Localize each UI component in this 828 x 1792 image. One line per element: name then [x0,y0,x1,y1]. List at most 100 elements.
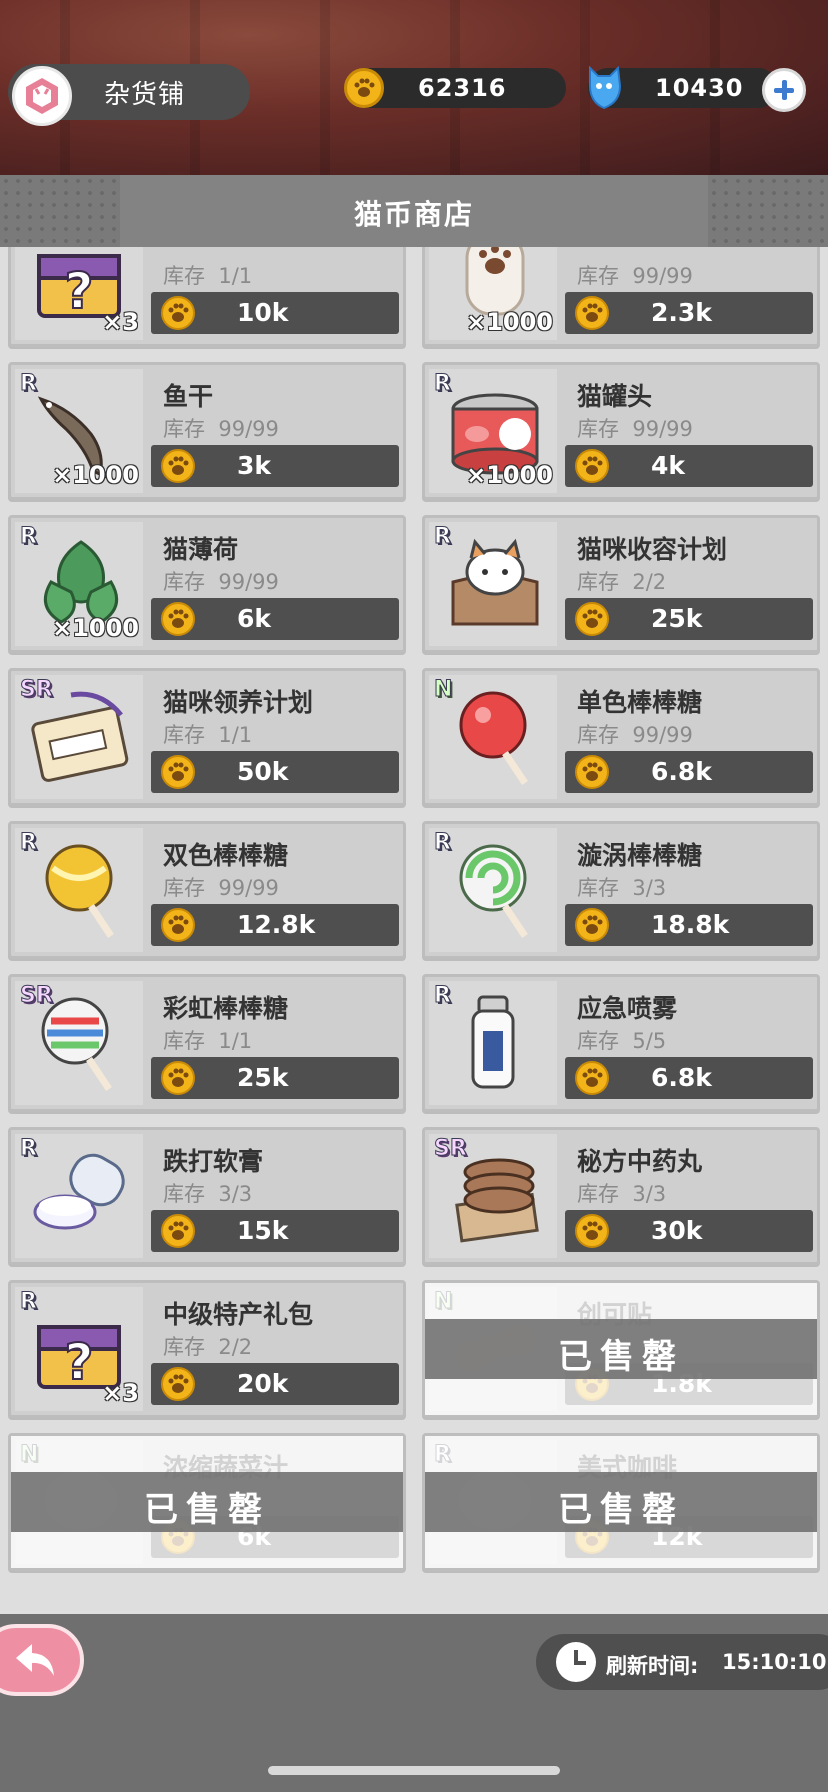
item-name: 彩虹棒棒糖 [163,994,289,1023]
item-stock: 库存 99/99 [163,413,279,443]
item-stock: 库存 1/1 [163,260,252,290]
swirl-lollipop-icon [459,844,528,938]
item-thumbnail: R [429,522,557,646]
shop-item-card[interactable]: N创可贴1.8k已售罄 [422,1280,820,1418]
shop-item-card[interactable]: R ×1000 猫罐头 库存 99/99 4k [422,362,820,500]
back-button[interactable] [0,1624,84,1696]
item-stock: 库存 2/2 [577,566,666,596]
back-arrow-icon [16,1644,54,1676]
shop-item-card[interactable]: ×1000 库存 99/99 2.3k [422,247,820,347]
item-quantity: ×1000 [466,461,553,489]
stock-label: 库存 [163,1182,205,1206]
item-name: 中级特产礼包 [163,1300,314,1329]
item-stock: 库存 1/1 [163,719,252,749]
item-price: 3k [237,451,272,480]
shop-item-card[interactable]: R ×1000 鱼干 库存 99/99 3k [8,362,406,500]
stock-label: 库存 [163,1335,205,1359]
item-name: 漩涡棒棒糖 [577,841,703,870]
stock-value: 99/99 [218,570,279,594]
stock-value: 1/1 [218,264,253,288]
rarity-badge: SR [20,983,54,1009]
shop-item-card[interactable]: R 漩涡棒棒糖 库存 3/3 18.8k [422,821,820,959]
ointment-icon [33,1153,125,1230]
item-price: 2.3k [651,298,712,327]
top-bar: 杂货铺 62316 10430 [0,0,828,175]
cat-coin-icon [161,908,195,942]
stock-value: 1/1 [218,723,253,747]
shop-item-card[interactable]: ? R ×3 中级特产礼包 库存 2/2 20k [8,1280,406,1418]
shop-emblem-icon[interactable] [12,66,72,126]
item-stock: 库存 2/2 [163,1331,252,1361]
cat-coin-icon [161,296,195,330]
shop-item-card[interactable]: R 猫咪收容计划 库存 2/2 25k [422,515,820,653]
shop-item-card[interactable]: SR 猫咪领养计划 库存 1/1 50k [8,668,406,806]
shop-item-card[interactable]: R美式咖啡12k已售罄 [422,1433,820,1571]
cat-coin-icon [161,602,195,636]
rarity-badge: SR [434,1136,468,1162]
item-stock: 库存 3/3 [577,1178,666,1208]
shop-item-card[interactable]: N浓缩蔬菜汁6k已售罄 [8,1433,406,1571]
yellow-lollipop-icon [45,844,114,938]
item-name: 双色棒棒糖 [163,841,289,870]
item-thumbnail: SR [429,1134,557,1258]
stock-value: 3/3 [632,1182,667,1206]
rarity-badge: R [20,1289,38,1315]
shop-item-card[interactable]: R 双色棒棒糖 库存 99/99 12.8k [8,821,406,959]
item-thumbnail: R ×1000 [15,522,143,646]
stock-label: 库存 [577,417,619,441]
rarity-badge: SR [20,677,54,703]
home-indicator[interactable] [268,1766,560,1775]
shop-item-card[interactable]: SR 彩虹棒棒糖 库存 1/1 25k [8,974,406,1112]
stock-value: 99/99 [218,876,279,900]
stock-value: 99/99 [632,417,693,441]
cat-coin-icon [161,755,195,789]
item-price: 25k [651,604,703,633]
item-stock: 库存 1/1 [163,1025,252,1055]
svg-text:?: ? [64,262,93,320]
sold-out-label: 已售罄 [144,1490,270,1530]
stock-value: 5/5 [632,1029,667,1053]
stock-label: 库存 [163,876,205,900]
item-price: 12.8k [237,910,316,939]
item-thumbnail: ? R ×3 [15,1287,143,1411]
item-thumbnail: R [15,1134,143,1258]
refresh-label: 刷新时间: [606,1654,699,1678]
item-price: 4k [651,451,686,480]
item-thumbnail: R ×1000 [15,369,143,493]
item-thumbnail: N [429,675,557,799]
shop-item-card[interactable]: R 应急喷雾 库存 5/5 6.8k [422,974,820,1112]
rarity-badge: R [20,1136,38,1162]
add-gems-button[interactable] [762,68,806,112]
shop-item-card[interactable]: SR 秘方中药丸 库存 3/3 30k [422,1127,820,1265]
shop-item-card[interactable]: R ×1000 猫薄荷 库存 99/99 6k [8,515,406,653]
cat-coin-icon [575,755,609,789]
rarity-badge: R [434,983,452,1009]
item-name: 鱼干 [163,382,214,411]
shop-item-card[interactable]: N 单色棒棒糖 库存 99/99 6.8k [422,668,820,806]
item-stock: 库存 3/3 [577,872,666,902]
coin-amount: 62316 [418,74,507,102]
item-stock: 库存 3/3 [163,1178,252,1208]
item-stock: 库存 99/99 [163,566,279,596]
stock-label: 库存 [163,417,205,441]
cat-coin-icon [575,908,609,942]
shop-item-card[interactable]: ? ×3 库存 1/1 10k [8,247,406,347]
item-thumbnail: SR [15,675,143,799]
stock-value: 99/99 [632,264,693,288]
svg-text:?: ? [64,1333,93,1391]
rarity-badge: R [20,524,38,550]
cat-coin-icon [161,1061,195,1095]
item-stock: 库存 99/99 [577,413,693,443]
stock-label: 库存 [577,570,619,594]
cat-box-icon [451,538,539,626]
item-price: 6k [237,604,272,633]
shop-item-card[interactable]: R 跌打软膏 库存 3/3 15k [8,1127,406,1265]
stock-label: 库存 [577,264,619,288]
stock-label: 库存 [163,570,205,594]
item-stock: 库存 5/5 [577,1025,666,1055]
rarity-badge: R [20,371,38,397]
item-price: 18.8k [651,910,730,939]
item-list[interactable]: ? ×3 库存 1/1 10k ×1000 库存 99/99 2.3k R ×1000 鱼干 库存 … [0,247,828,1614]
refresh-time: 15:10:10 [722,1650,827,1674]
page-title: 猫币商店 [353,198,474,231]
